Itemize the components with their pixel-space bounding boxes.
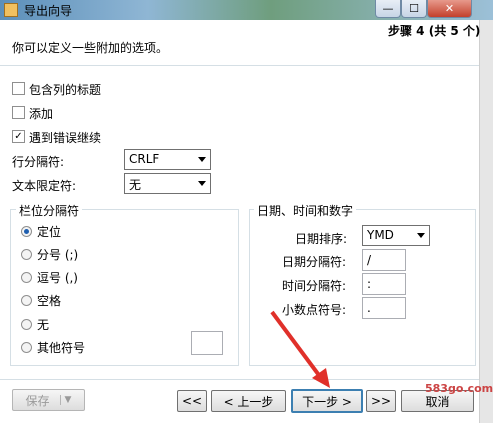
date-separator-input[interactable]: / xyxy=(362,249,406,271)
delimiter-space-radio[interactable] xyxy=(21,295,32,306)
text-qualifier-select[interactable]: 无 xyxy=(124,173,211,194)
delimiter-tab-radio[interactable] xyxy=(21,226,32,237)
save-button[interactable]: 保存 ▼ xyxy=(12,389,85,411)
next-step-button[interactable]: 下一步 > xyxy=(291,389,363,413)
app-icon xyxy=(4,3,18,17)
include-headers-checkbox[interactable] xyxy=(12,82,25,95)
save-button-label: 保存 xyxy=(25,393,50,408)
delimiter-semicolon-label: 分号 (;) xyxy=(37,248,79,262)
chevron-down-icon xyxy=(198,157,206,162)
maximize-button[interactable]: ☐ xyxy=(401,0,427,18)
include-headers-label: 包含列的标题 xyxy=(29,83,102,97)
row-delimiter-value: CRLF xyxy=(129,152,160,166)
delimiter-other-label: 其他符号 xyxy=(37,341,86,355)
header-divider xyxy=(0,65,479,66)
delimiter-tab-label: 定位 xyxy=(37,225,62,239)
watermark: 583go.com xyxy=(425,382,493,395)
previous-step-button[interactable]: < 上一步 xyxy=(211,390,286,412)
chevron-down-icon xyxy=(198,181,206,186)
datetime-title: 日期、时间和数字 xyxy=(254,202,357,219)
save-dropdown-icon: ▼ xyxy=(59,395,71,405)
side-strip xyxy=(479,20,493,423)
chevron-down-icon xyxy=(417,233,425,238)
step-indicator: 步骤 4 (共 5 个) xyxy=(388,24,481,38)
date-order-select[interactable]: YMD xyxy=(362,225,430,246)
decimal-symbol-input[interactable]: . xyxy=(362,297,406,319)
time-separator-input[interactable]: : xyxy=(362,273,406,295)
append-checkbox[interactable] xyxy=(12,106,25,119)
time-separator-label: 时间分隔符: xyxy=(282,279,347,293)
delimiter-semicolon-radio[interactable] xyxy=(21,249,32,260)
row-delimiter-label: 行分隔符: xyxy=(12,155,65,169)
step-description: 你可以定义一些附加的选项。 xyxy=(12,41,169,55)
continue-on-error-checkbox[interactable]: ✓ xyxy=(12,130,25,143)
delimiter-space-label: 空格 xyxy=(37,294,62,308)
continue-on-error-label: 遇到错误继续 xyxy=(29,131,102,145)
row-delimiter-select[interactable]: CRLF xyxy=(124,149,211,170)
footer-divider xyxy=(0,379,479,380)
delimiter-other-radio[interactable] xyxy=(21,342,32,353)
date-order-label: 日期排序: xyxy=(295,232,348,246)
append-label: 添加 xyxy=(29,107,54,121)
date-order-value: YMD xyxy=(367,228,394,242)
date-separator-label: 日期分隔符: xyxy=(282,255,347,269)
first-step-button[interactable]: << xyxy=(177,390,207,412)
delimiter-none-label: 无 xyxy=(37,318,50,332)
last-step-button[interactable]: >> xyxy=(366,390,396,412)
delimiter-none-radio[interactable] xyxy=(21,319,32,330)
annotation-arrow-icon xyxy=(270,310,330,388)
other-delimiter-input[interactable] xyxy=(191,331,223,355)
text-qualifier-value: 无 xyxy=(129,178,142,192)
field-delimiter-title: 栏位分隔符 xyxy=(16,202,83,219)
close-button[interactable]: ✕ xyxy=(427,0,472,18)
delimiter-comma-radio[interactable] xyxy=(21,272,32,283)
text-qualifier-label: 文本限定符: xyxy=(12,179,77,193)
title-bar: 导出向导 — ☐ ✕ xyxy=(0,0,493,20)
minimize-button[interactable]: — xyxy=(375,0,401,18)
delimiter-comma-label: 逗号 (,) xyxy=(37,271,78,285)
window-title: 导出向导 xyxy=(24,4,73,18)
